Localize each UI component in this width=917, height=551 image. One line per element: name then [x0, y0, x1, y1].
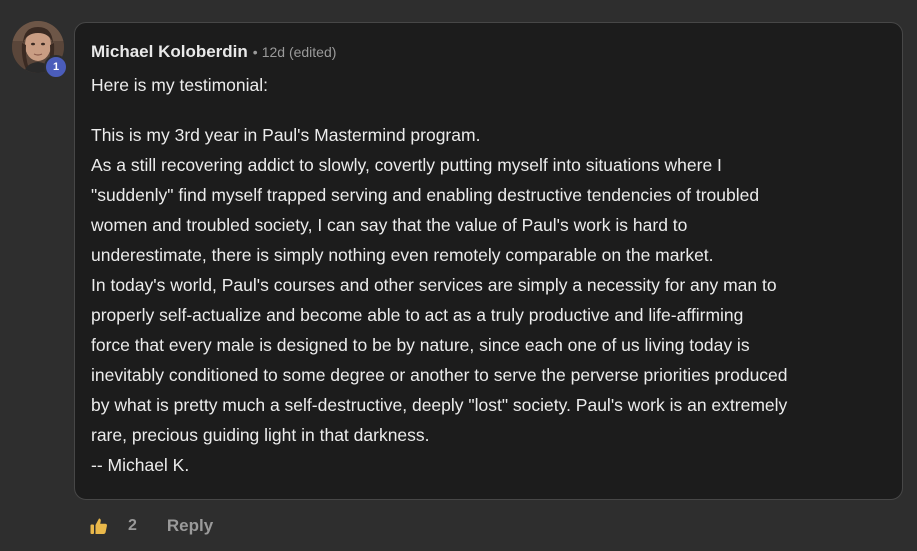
comment-line: This is my 3rd year in Paul's Mastermind… [91, 125, 481, 145]
comment-line: women and troubled society, I can say th… [91, 215, 688, 235]
comment-line: by what is pretty much a self-destructiv… [91, 395, 788, 415]
meta-separator: • [252, 44, 258, 60]
comment-line: inevitably conditioned to some degree or… [91, 365, 788, 385]
comment-line: force that every male is designed to be … [91, 335, 750, 355]
comment-line: In today's world, Paul's courses and oth… [91, 275, 777, 295]
comment-timestamp[interactable]: 12d (edited) [262, 44, 337, 60]
author-avatar-group[interactable]: 1 [12, 21, 68, 79]
like-button[interactable] [88, 515, 110, 537]
author-name[interactable]: Michael Koloberdin [91, 42, 248, 62]
comment-body: Here is my testimonial: This is my 3rd y… [91, 70, 891, 480]
comment-line: properly self-actualize and become able … [91, 305, 744, 325]
comment-intro: Here is my testimonial: [91, 75, 268, 95]
reply-button[interactable]: Reply [167, 516, 213, 536]
thumbs-up-icon [90, 518, 107, 534]
comment-line: rare, precious guiding light in that dar… [91, 425, 430, 445]
comment-line: "suddenly" find myself trapped serving a… [91, 185, 760, 205]
level-badge: 1 [44, 55, 68, 79]
like-count: 2 [128, 517, 137, 534]
comment-signature: -- Michael K. [91, 455, 190, 475]
comment-line: underestimate, there is simply nothing e… [91, 245, 714, 265]
comment-actions: 2 Reply [88, 512, 213, 540]
comment-line: As a still recovering addict to slowly, … [91, 155, 722, 175]
comment-card: Michael Koloberdin • 12d (edited) Here i… [74, 22, 903, 500]
comment-header: Michael Koloberdin • 12d (edited) [91, 42, 336, 62]
